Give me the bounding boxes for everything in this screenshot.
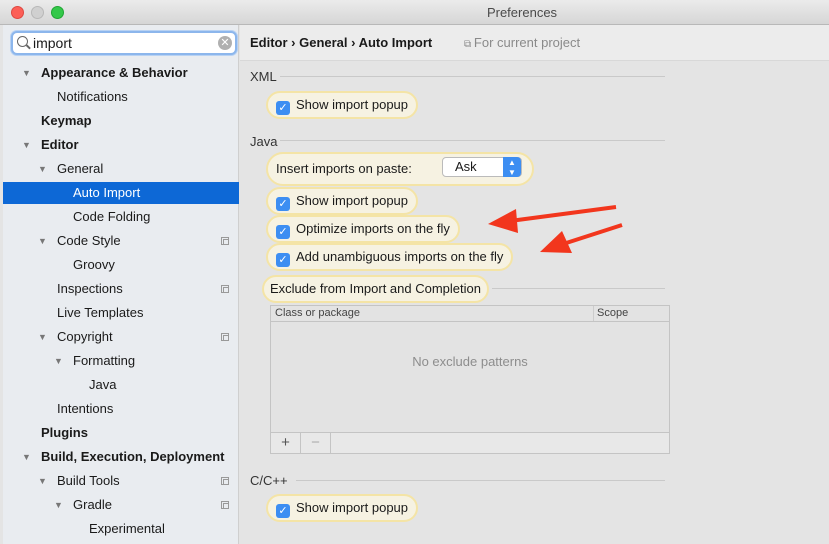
project-scope-icon [221,285,229,293]
project-scope-icon [221,501,229,509]
tree-item-label: Editor [41,137,79,152]
expand-triangle-icon[interactable]: ▼ [38,230,47,252]
add-unambiguous-imports-checkbox[interactable]: ✓ Add unambiguous imports on the fly [266,243,514,271]
column-class-or-package[interactable]: Class or package [275,306,360,321]
add-pattern-button[interactable]: + [271,433,301,453]
tree-item-label: Code Style [57,233,121,248]
tree-item-code-style[interactable]: ▼ Code Style [3,230,239,252]
arrow-icon [488,205,617,233]
tree-item-label: Auto Import [73,185,141,200]
tree-item-label: General [57,161,104,176]
tree-item-copyright[interactable]: ▼ Copyright [3,326,239,348]
settings-sidebar: import ✕ ▼ Appearance & Behavior Notificat… [3,25,239,544]
exclude-section-title: Exclude from Import and Completion [262,275,489,303]
search-icon [17,36,28,47]
expand-triangle-icon[interactable]: ▼ [54,350,63,372]
breadcrumb: Editor › General › Auto Import [250,35,433,50]
tree-item-general[interactable]: ▼ General [3,158,239,180]
tree-item-experimental[interactable]: Experimental [3,518,239,540]
project-scope-label: ⧉ For current project [464,35,581,50]
annotation-arrows [488,205,623,253]
tree-item-label: Intentions [57,401,114,416]
tree-item-label: Build, Execution, Deployment [41,449,225,464]
tree-item-label: Formatting [73,353,136,368]
tree-item-build-execution-deployment[interactable]: ▼ Build, Execution, Deployment [3,446,239,468]
column-scope[interactable]: Scope [593,306,628,321]
tree-item-editor[interactable]: ▼ Editor [3,134,239,156]
tree-item-notifications[interactable]: Notifications [3,86,239,108]
expand-triangle-icon[interactable]: ▼ [22,62,31,84]
tree-item-label: Groovy [73,257,115,272]
expand-triangle-icon[interactable]: ▼ [38,158,47,180]
tree-item-auto-import[interactable]: Auto Import [3,182,239,204]
remove-pattern-button[interactable]: − [301,433,331,453]
project-scope-icon [221,477,229,485]
empty-table-text: No exclude patterns [412,354,528,369]
checkbox-checked-icon: ✓ [276,504,290,518]
java-show-import-popup-checkbox[interactable]: ✓ Show import popup [266,187,419,215]
checkbox-checked-icon: ✓ [276,253,290,267]
tree-item-label: Java [89,377,117,392]
project-icon: ⧉ [464,39,474,50]
tree-item-appearance-behavior[interactable]: ▼ Appearance & Behavior [3,62,239,84]
tree-item-label: Live Templates [57,305,144,320]
expand-triangle-icon[interactable]: ▼ [22,446,31,468]
tree-item-label: Gradle [73,497,113,512]
insert-imports-label: Insert imports on paste: [276,161,412,176]
tree-item-label: Experimental [89,521,165,536]
search-value: import [33,35,72,51]
expand-triangle-icon[interactable]: ▼ [38,470,47,492]
xml-show-import-popup-checkbox[interactable]: ✓ Show import popup [266,91,419,119]
project-scope-icon [221,237,229,245]
tree-item-label: Build Tools [57,473,120,488]
expand-triangle-icon[interactable]: ▼ [22,134,31,156]
tree-item-label: Notifications [57,89,128,104]
java-section-title: Java [250,134,278,149]
tree-item-live-templates[interactable]: Live Templates [3,302,239,324]
tree-item-label: Copyright [57,329,113,344]
expand-triangle-icon[interactable]: ▼ [54,494,63,516]
tree-item-label: Keymap [41,113,92,128]
chevron-updown-icon: ▲ ▼ [503,157,521,177]
title-bar: Preferences [0,0,829,25]
tree-item-groovy[interactable]: Groovy [3,254,239,276]
checkbox-checked-icon: ✓ [276,101,290,115]
tree-item-label: Appearance & Behavior [41,65,188,80]
checkbox-checked-icon: ✓ [276,197,290,211]
checkbox-checked-icon: ✓ [276,225,290,239]
tree-item-formatting[interactable]: ▼ Formatting [3,350,239,372]
tree-item-java[interactable]: Java [3,374,239,396]
tree-item-build-tools[interactable]: ▼ Build Tools [3,470,239,492]
insert-imports-select[interactable]: Ask ▲ ▼ [442,157,522,177]
tree-item-inspections[interactable]: Inspections [3,278,239,300]
search-input[interactable]: import ✕ [11,31,237,55]
insert-imports-row: Insert imports on paste: Ask ▲ ▼ [266,152,534,186]
tree-item-plugins[interactable]: Plugins [3,422,239,444]
window-title: Preferences [486,5,558,20]
exclude-table[interactable]: Class or package Scope No exclude patter… [270,305,670,454]
tree-item-code-folding[interactable]: Code Folding [3,206,239,228]
tree-item-label: Code Folding [73,209,151,224]
clear-search-icon[interactable]: ✕ [218,36,232,50]
cpp-section-title: C/C++ [250,473,288,488]
xml-section-title: XML [250,69,277,84]
tree-item-keymap[interactable]: Keymap [3,110,239,132]
project-scope-icon [221,333,229,341]
settings-header: Editor › General › Auto Import ⧉ For cur… [240,25,829,61]
tree-item-label: Inspections [57,281,123,296]
tree-item-intentions[interactable]: Intentions [3,398,239,420]
cpp-show-import-popup-checkbox[interactable]: ✓ Show import popup [266,494,419,522]
arrow-icon [540,223,623,253]
tree-item-gradle[interactable]: ▼ Gradle [3,494,239,516]
optimize-imports-checkbox[interactable]: ✓ Optimize imports on the fly [266,215,460,243]
expand-triangle-icon[interactable]: ▼ [38,326,47,348]
tree-item-label: Plugins [41,425,88,440]
